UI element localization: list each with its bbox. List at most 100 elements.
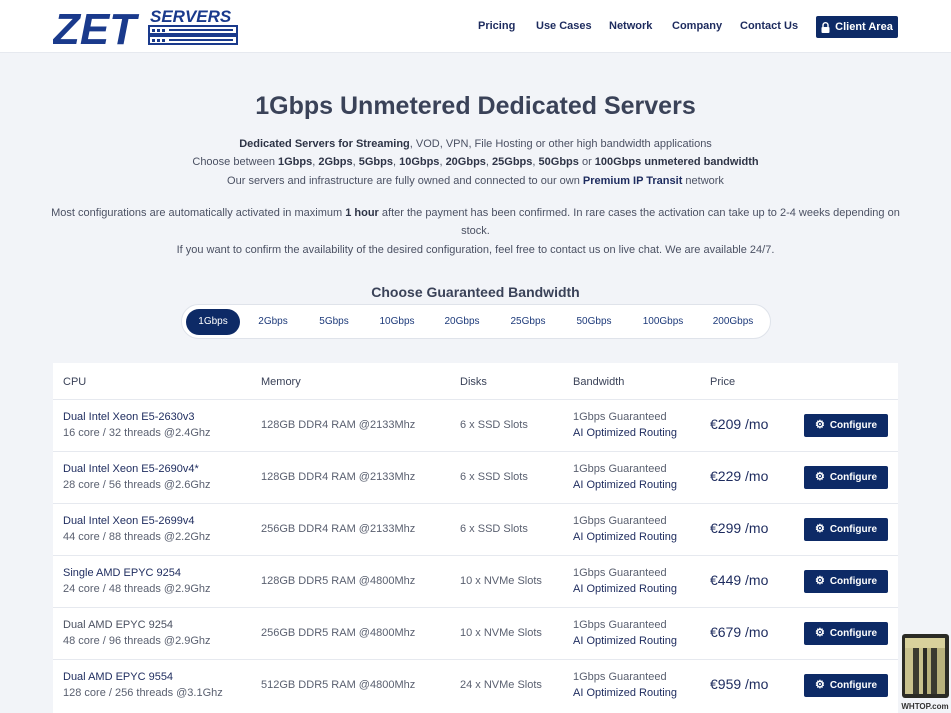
gear-icon: ⚙ <box>814 679 825 691</box>
price: €229 /mo <box>710 468 769 484</box>
choose-prefix: Choose between <box>192 156 278 168</box>
disks: 6 x SSD Slots <box>460 419 528 431</box>
bandwidth-option-25gbps[interactable]: 25Gbps <box>501 309 555 335</box>
configure-button[interactable]: ⚙ Configure <box>804 518 888 541</box>
configure-label: Configure <box>829 680 878 691</box>
nav-use-cases[interactable]: Use Cases <box>536 20 592 32</box>
cpu-name[interactable]: Single AMD EPYC 9254 <box>63 567 181 579</box>
table-row: Dual AMD EPYC 9554 128 core / 256 thread… <box>53 659 898 711</box>
streaming-emphasis: Dedicated Servers for Streaming <box>239 138 410 150</box>
memory: 256GB DDR4 RAM @2133Mhz <box>261 523 416 535</box>
gear-icon: ⚙ <box>814 419 825 431</box>
gear-icon: ⚙ <box>814 627 825 639</box>
configure-button[interactable]: ⚙ Configure <box>804 674 888 697</box>
cpu-name[interactable]: Dual AMD EPYC 9554 <box>63 671 173 683</box>
routing-link[interactable]: AI Optimized Routing <box>573 687 677 699</box>
price: €299 /mo <box>710 520 769 536</box>
cpu-name[interactable]: Dual Intel Xeon E5-2699v4 <box>63 515 194 527</box>
routing-link[interactable]: AI Optimized Routing <box>573 531 677 543</box>
speed-2gbps: 2Gbps <box>318 156 353 168</box>
table-row: Single AMD EPYC 9254 24 core / 48 thread… <box>53 555 898 607</box>
memory: 128GB DDR4 RAM @2133Mhz <box>261 419 416 431</box>
configure-button[interactable]: ⚙ Configure <box>804 622 888 645</box>
cpu-name[interactable]: Dual Intel Xeon E5-2630v3 <box>63 411 194 423</box>
price: €959 /mo <box>710 676 769 692</box>
price: €209 /mo <box>710 416 769 432</box>
infra-suffix: network <box>682 175 724 187</box>
routing-link[interactable]: AI Optimized Routing <box>573 635 677 647</box>
configure-button[interactable]: ⚙ Configure <box>804 570 888 593</box>
nav-contact-us[interactable]: Contact Us <box>740 20 798 32</box>
cpu-name[interactable]: Dual Intel Xeon E5-2690v4* <box>63 463 199 475</box>
bandwidth-guaranteed: 1Gbps Guaranteed <box>573 515 667 527</box>
configure-label: Configure <box>829 628 878 639</box>
memory: 128GB DDR5 RAM @4800Mhz <box>261 575 416 587</box>
client-area-button[interactable]: Client Area <box>816 16 898 38</box>
header-price: Price <box>710 376 736 388</box>
routing-link[interactable]: AI Optimized Routing <box>573 427 677 439</box>
page-title: 1Gbps Unmetered Dedicated Servers <box>255 92 696 120</box>
disks: 10 x NVMe Slots <box>460 575 542 587</box>
configure-label: Configure <box>829 524 878 535</box>
table-row: Dual Intel Xeon E5-2690v4* 28 core / 56 … <box>53 451 898 503</box>
bandwidth-selector: 1Gbps 2Gbps 5Gbps 10Gbps 20Gbps 25Gbps 5… <box>181 304 771 339</box>
intro-line-1: Dedicated Servers for Streaming, VOD, VP… <box>40 135 911 153</box>
speed-20gbps: 20Gbps <box>445 156 486 168</box>
bandwidth-title: Choose Guaranteed Bandwidth <box>371 284 580 300</box>
configure-label: Configure <box>829 420 878 431</box>
bandwidth-guaranteed: 1Gbps Guaranteed <box>573 463 667 475</box>
bandwidth-option-100gbps[interactable]: 100Gbps <box>633 309 693 335</box>
table-row: Dual AMD EPYC 9254 48 core / 96 threads … <box>53 607 898 659</box>
lock-icon <box>821 21 830 33</box>
bandwidth-option-2gbps[interactable]: 2Gbps <box>246 309 300 335</box>
routing-link[interactable]: AI Optimized Routing <box>573 583 677 595</box>
disks: 10 x NVMe Slots <box>460 627 542 639</box>
header-memory: Memory <box>261 376 301 388</box>
header-cpu: CPU <box>63 376 87 388</box>
cpu-name[interactable]: Dual AMD EPYC 9254 <box>63 619 173 631</box>
bandwidth-guaranteed: 1Gbps Guaranteed <box>573 619 667 631</box>
activation-suffix: after the payment has been confirmed. In… <box>378 207 900 219</box>
memory: 256GB DDR5 RAM @4800Mhz <box>261 627 416 639</box>
bandwidth-option-200gbps[interactable]: 200Gbps <box>703 309 763 335</box>
configure-button[interactable]: ⚙ Configure <box>804 414 888 437</box>
client-area-label: Client Area <box>835 21 893 33</box>
bandwidth-option-5gbps[interactable]: 5Gbps <box>307 309 361 335</box>
cpu-cores: 128 core / 256 threads @3.1Ghz <box>63 687 223 699</box>
activation-time: 1 hour <box>345 207 379 219</box>
disks: 24 x NVMe Slots <box>460 679 542 691</box>
activation-line-cont: stock. <box>461 225 490 237</box>
cpu-cores: 44 core / 88 threads @2.2Ghz <box>63 531 211 543</box>
bandwidth-option-50gbps[interactable]: 50Gbps <box>567 309 621 335</box>
table-row: Dual Intel Xeon E5-2630v3 16 core / 32 t… <box>53 399 898 451</box>
svg-text:SERVERS: SERVERS <box>150 7 232 26</box>
nav-pricing[interactable]: Pricing <box>478 20 515 32</box>
routing-link[interactable]: AI Optimized Routing <box>573 479 677 491</box>
gear-icon: ⚙ <box>814 471 825 483</box>
speed-1gbps: 1Gbps <box>278 156 313 168</box>
speed-10gbps: 10Gbps <box>399 156 440 168</box>
nav-company[interactable]: Company <box>672 20 722 32</box>
zet-servers-logo[interactable]: ZET SERVERS <box>51 5 239 54</box>
nav-network[interactable]: Network <box>609 20 652 32</box>
or-text: or <box>578 156 595 168</box>
gear-icon: ⚙ <box>814 575 825 587</box>
speed-50gbps: 50Gbps <box>538 156 579 168</box>
bandwidth-option-10gbps[interactable]: 10Gbps <box>370 309 424 335</box>
premium-ip-transit-link[interactable]: Premium IP Transit <box>583 175 682 187</box>
configure-button[interactable]: ⚙ Configure <box>804 466 888 489</box>
svg-text:WHTOP.com: WHTOP.com <box>901 702 948 711</box>
cpu-cores: 24 core / 48 threads @2.9Ghz <box>63 583 211 595</box>
table-row: Dual Intel Xeon E5-2699v4 44 core / 88 t… <box>53 503 898 555</box>
bandwidth-guaranteed: 1Gbps Guaranteed <box>573 671 667 683</box>
infra-prefix: Our servers and infrastructure are fully… <box>227 175 583 187</box>
bandwidth-option-20gbps[interactable]: 20Gbps <box>435 309 489 335</box>
intro-line-1-rest: , VOD, VPN, File Hosting or other high b… <box>409 138 712 150</box>
bandwidth-option-1gbps[interactable]: 1Gbps <box>186 309 240 335</box>
site-header: ZET SERVERS Pricing Use Cases Network Co… <box>0 0 951 54</box>
intro-line-2: Choose between 1Gbps, 2Gbps, 5Gbps, 10Gb… <box>192 156 759 168</box>
speed-5gbps: 5Gbps <box>358 156 393 168</box>
availability-line: If you want to confirm the availability … <box>176 244 775 256</box>
configure-label: Configure <box>829 472 878 483</box>
header-bandwidth: Bandwidth <box>573 376 625 388</box>
